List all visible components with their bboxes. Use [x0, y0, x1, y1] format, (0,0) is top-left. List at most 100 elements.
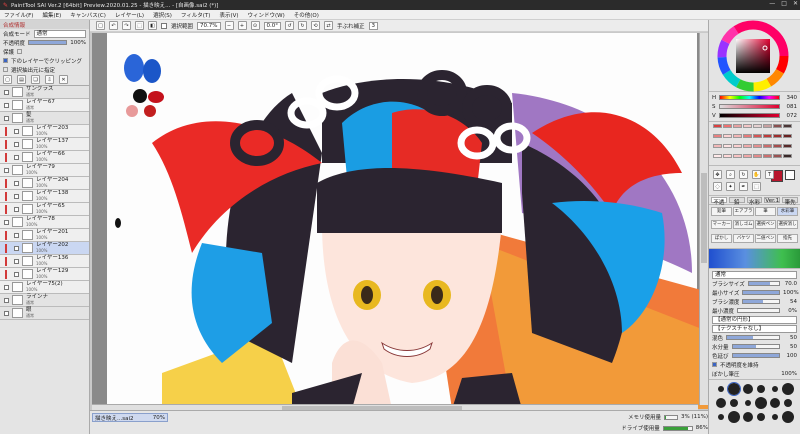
palette-swatch[interactable]	[773, 124, 782, 128]
visibility-toggle-icon[interactable]	[4, 102, 9, 108]
brush-size-slider[interactable]	[747, 281, 780, 286]
visibility-toggle-icon[interactable]	[14, 141, 19, 147]
minimize-button[interactable]: —	[769, 0, 775, 7]
palette-swatch[interactable]	[713, 144, 722, 148]
menu-item-2[interactable]: キャンバス(C)	[70, 11, 106, 19]
palette-swatch[interactable]	[773, 134, 782, 138]
brush-tip[interactable]	[742, 384, 753, 394]
palette-swatch[interactable]	[733, 134, 742, 138]
palette-swatch[interactable]	[723, 154, 732, 158]
hue-slider[interactable]	[719, 95, 780, 100]
tool-button[interactable]: ぼかし	[711, 233, 732, 243]
brush-tip[interactable]	[717, 414, 724, 420]
palette-swatch[interactable]	[743, 124, 752, 128]
maximize-button[interactable]: □	[781, 0, 787, 7]
palette-swatch[interactable]	[743, 154, 752, 158]
layer-item[interactable]: レイヤー129 100%	[0, 268, 89, 281]
new-layer-icon[interactable]: ▢	[3, 75, 12, 84]
min-size-slider[interactable]	[742, 290, 780, 295]
layer-item[interactable]: レイヤー65 100%	[0, 203, 89, 216]
paper-select[interactable]: 【通常の円形】	[712, 315, 797, 324]
brush-tip[interactable]	[717, 386, 724, 392]
palette-swatch[interactable]	[783, 124, 792, 128]
zoom-reset-icon[interactable]: ⊙	[250, 21, 260, 30]
brush-tip[interactable]	[782, 411, 794, 423]
stabilizer-select[interactable]: 3	[368, 21, 379, 30]
vertical-scrollbar[interactable]	[699, 33, 708, 405]
palette-swatch[interactable]	[783, 134, 792, 138]
visibility-toggle-icon[interactable]	[4, 310, 9, 316]
brush-tip[interactable]	[757, 385, 765, 393]
tool-button[interactable]: 選択ペン	[755, 220, 776, 230]
layer-item[interactable]: レイヤー75(2) 100%	[0, 281, 89, 294]
tool-button[interactable]: マーカー	[711, 220, 732, 230]
visibility-toggle-icon[interactable]	[14, 193, 19, 199]
visibility-toggle-icon[interactable]	[4, 115, 9, 121]
brush-tip[interactable]	[782, 383, 794, 395]
color-stretch-slider[interactable]	[731, 353, 780, 358]
palette-swatch[interactable]	[723, 144, 732, 148]
zoom-field[interactable]: 70.7%	[197, 21, 221, 30]
palette-swatch[interactable]	[753, 134, 762, 138]
brush-tip[interactable]	[727, 382, 741, 396]
palette-swatch[interactable]	[743, 134, 752, 138]
brush-tip[interactable]	[730, 399, 738, 407]
palette-swatch[interactable]	[763, 124, 772, 128]
visibility-toggle-icon[interactable]	[14, 128, 19, 134]
visibility-toggle-icon[interactable]	[4, 284, 9, 290]
tool-button[interactable]: 二値ペン	[755, 233, 776, 243]
layer-item[interactable]: レイヤー201 100%	[0, 229, 89, 242]
undo-icon[interactable]: ↶	[109, 21, 118, 30]
layer-item[interactable]: レイヤー137 100%	[0, 138, 89, 151]
min-density-slider[interactable]	[737, 308, 780, 313]
layer-item[interactable]: 眼通常	[0, 307, 89, 320]
blend-mode-select[interactable]: 通常	[33, 29, 86, 38]
invert-selection-icon[interactable]: ◧	[148, 21, 157, 30]
visibility-toggle-icon[interactable]	[4, 297, 9, 303]
brush-tip[interactable]	[728, 411, 740, 423]
visibility-toggle-icon[interactable]	[4, 89, 9, 95]
layer-item[interactable]: レイヤー67 通常	[0, 99, 89, 112]
palette-swatch[interactable]	[783, 154, 792, 158]
layer-item[interactable]: レイヤー203 100%	[0, 125, 89, 138]
visibility-toggle-icon[interactable]	[14, 271, 19, 277]
texture-select[interactable]: 【テクスチャなし】	[712, 324, 797, 333]
visibility-toggle-icon[interactable]	[14, 206, 19, 212]
palette-swatch[interactable]	[753, 124, 762, 128]
palette-swatch[interactable]	[753, 154, 762, 158]
water-slider[interactable]	[731, 344, 780, 349]
palette-swatch[interactable]	[733, 154, 742, 158]
text-tool-icon[interactable]: T	[765, 170, 774, 179]
new-canvas-icon[interactable]: □	[96, 21, 105, 30]
menu-item-0[interactable]: ファイル(F)	[4, 11, 33, 19]
layer-item[interactable]: サングラス 通常	[0, 86, 89, 99]
tool-tab-2[interactable]: 水彩	[746, 197, 763, 206]
layer-item[interactable]: 髪通常	[0, 112, 89, 125]
palette-swatch[interactable]	[713, 134, 722, 138]
copy-layer-icon[interactable]: ❏	[31, 75, 40, 84]
redo-icon[interactable]: ↷	[122, 21, 131, 30]
new-folder-icon[interactable]: ▤	[17, 75, 26, 84]
brush-tip[interactable]	[771, 386, 778, 392]
menu-item-5[interactable]: フィルタ(T)	[181, 11, 211, 19]
rotate-tool-icon[interactable]: ↻	[739, 170, 748, 179]
saturation-slider[interactable]	[718, 104, 780, 109]
blend-slider[interactable]	[726, 335, 780, 340]
brush-tip[interactable]	[755, 397, 767, 409]
value-slider[interactable]	[718, 113, 780, 118]
tool-button[interactable]: エアブラシ	[733, 207, 754, 216]
zoom-tool-icon[interactable]: ⌕	[726, 170, 735, 179]
delete-layer-icon[interactable]: ✕	[59, 75, 68, 84]
tool-tab-3[interactable]: Ver.1	[764, 197, 781, 204]
merge-down-icon[interactable]: ⇩	[45, 75, 54, 84]
menu-item-3[interactable]: レイヤー(L)	[115, 11, 144, 19]
palette-swatch[interactable]	[713, 154, 722, 158]
palette-swatch[interactable]	[733, 124, 742, 128]
tool-button[interactable]: 選択消し	[777, 220, 798, 230]
brush-tip[interactable]	[757, 413, 765, 421]
density-slider[interactable]	[742, 299, 780, 304]
select-source-checkbox[interactable]	[3, 67, 8, 72]
rotate-right-icon[interactable]: ↻	[298, 21, 307, 30]
menu-item-7[interactable]: ウィンドウ(W)	[248, 11, 285, 19]
opacity-slider[interactable]	[28, 40, 68, 45]
